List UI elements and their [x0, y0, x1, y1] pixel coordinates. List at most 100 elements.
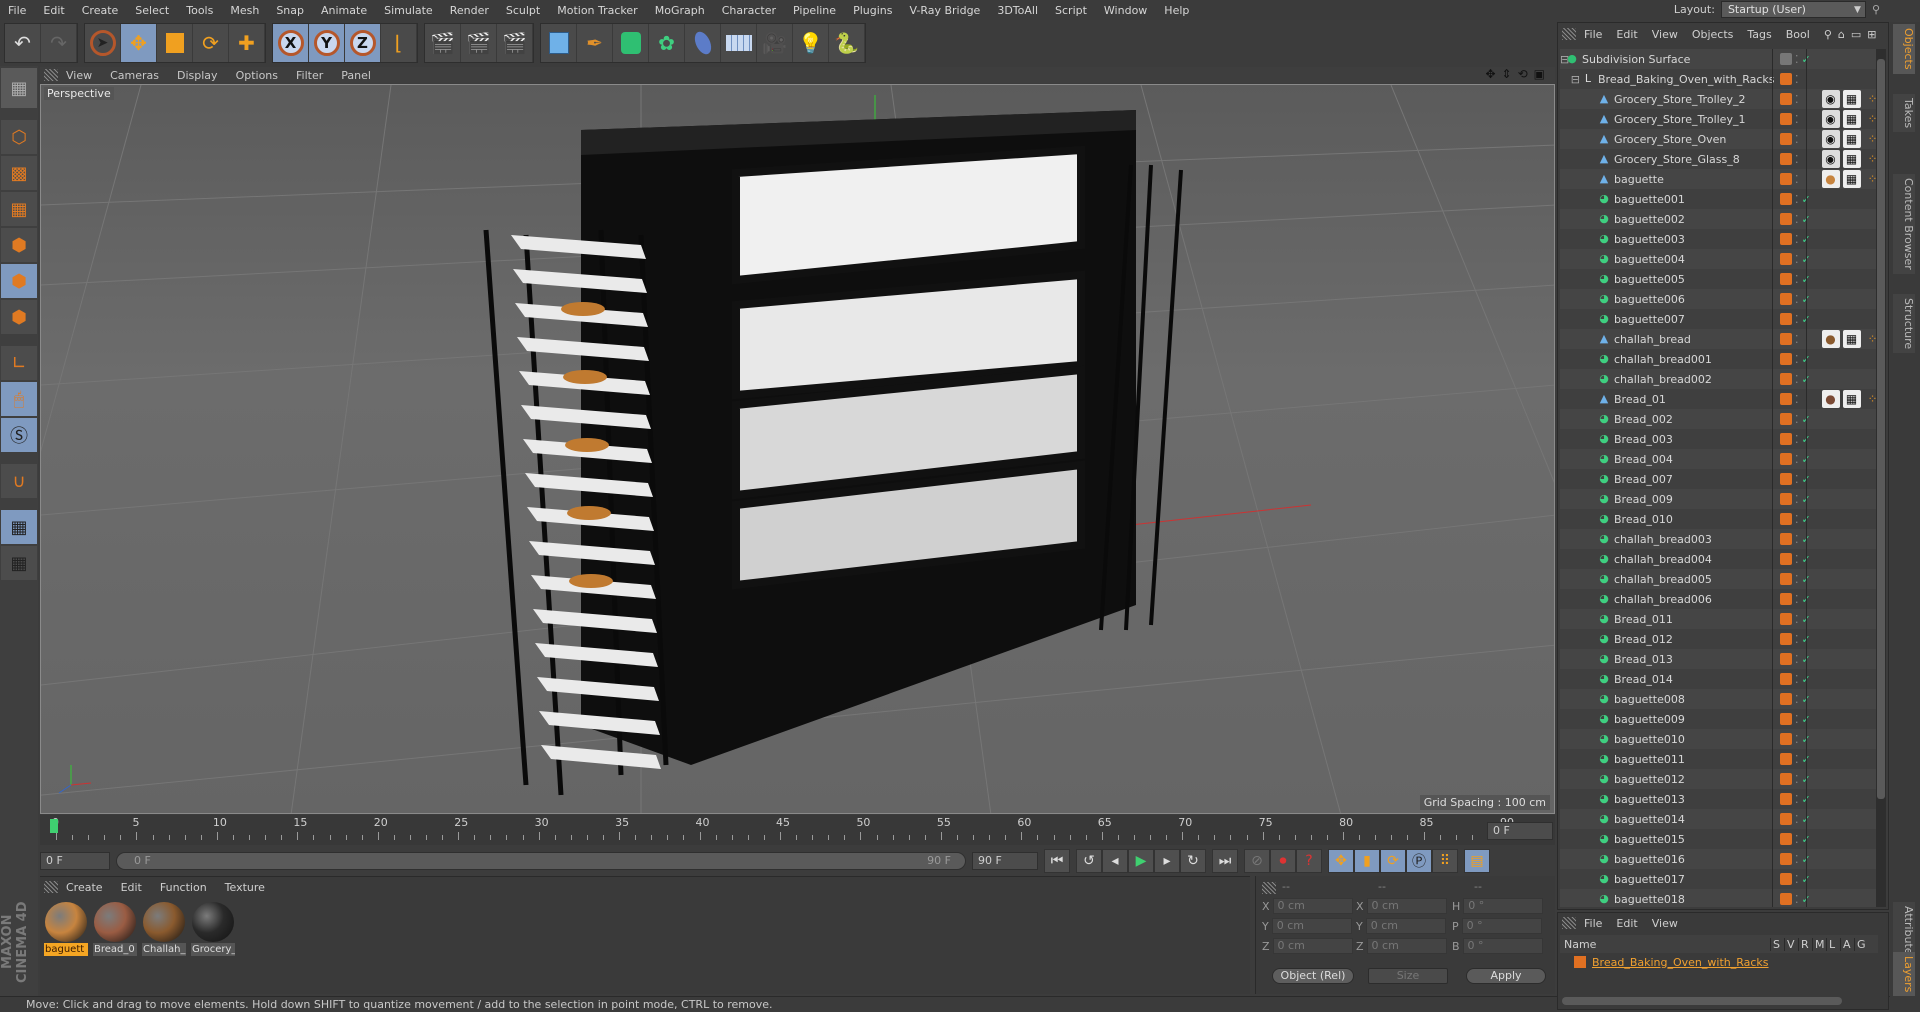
axis-mode-icon[interactable]: ∟: [1, 346, 37, 380]
object-name[interactable]: Bread_011: [1614, 613, 1673, 626]
key-scale-icon[interactable]: ▮: [1354, 849, 1380, 873]
y-axis-icon[interactable]: Y: [309, 24, 345, 62]
material-menu-texture[interactable]: Texture: [225, 881, 265, 894]
menu-character[interactable]: Character: [714, 4, 785, 17]
layer-color-icon[interactable]: [1780, 753, 1792, 765]
object-row[interactable]: ▲ Grocery_Store_Glass_8 ⁚ ◉ ▦ ⁘: [1560, 149, 1878, 169]
object-name[interactable]: baguette006: [1614, 293, 1685, 306]
object-name[interactable]: baguette017: [1614, 873, 1685, 886]
side-tab-takes[interactable]: Takes: [1893, 94, 1915, 133]
object-row[interactable]: ◕Bread_012⁚✓: [1560, 629, 1878, 649]
visibility-dots-icon[interactable]: ⁚: [1795, 573, 1799, 586]
om-menu-file[interactable]: File: [1584, 28, 1602, 41]
side-tab-structure[interactable]: Structure: [1893, 294, 1915, 354]
minimize-icon[interactable]: ▭: [1851, 28, 1861, 41]
frame-range-slider[interactable]: 0 F 90 F: [116, 852, 966, 870]
object-name[interactable]: baguette009: [1614, 713, 1685, 726]
layer-color-icon[interactable]: [1780, 573, 1792, 585]
search-icon[interactable]: ⚲: [1824, 28, 1832, 41]
layer-color-icon[interactable]: [1780, 133, 1792, 145]
object-name[interactable]: challah_bread006: [1614, 593, 1712, 606]
coord-input[interactable]: 0 °: [1463, 898, 1544, 914]
object-name[interactable]: baguette014: [1614, 813, 1685, 826]
keyframe-selection-icon[interactable]: ?: [1296, 849, 1322, 873]
object-name[interactable]: Grocery_Store_Trolley_1: [1614, 113, 1745, 126]
baguette-material-tag-icon[interactable]: ●: [1821, 170, 1840, 188]
playhead[interactable]: [50, 819, 58, 833]
menu-pipeline[interactable]: Pipeline: [785, 4, 845, 17]
object-name[interactable]: Bread_010: [1614, 513, 1673, 526]
layer-color-icon[interactable]: [1780, 233, 1792, 245]
visibility-dots-icon[interactable]: ⁚: [1795, 233, 1799, 246]
layer-menu-file[interactable]: File: [1584, 917, 1602, 930]
object-name[interactable]: Grocery_Store_Trolley_2: [1614, 93, 1745, 106]
layer-column-g[interactable]: G: [1854, 937, 1868, 951]
om-menu-view[interactable]: View: [1652, 28, 1678, 41]
layer-color-icon[interactable]: [1780, 553, 1792, 565]
object-row[interactable]: ▲ Grocery_Store_Trolley_1 ⁚ ◉ ▦ ⁘: [1560, 109, 1878, 129]
coord-input[interactable]: 0 cm: [1366, 938, 1447, 954]
visibility-dots-icon[interactable]: ⁚: [1795, 813, 1799, 826]
collapse-icon[interactable]: ⊟: [1560, 73, 1582, 86]
object-row[interactable]: ▲ Grocery_Store_Trolley_2 ⁚ ◉ ▦ ⁘: [1560, 89, 1878, 109]
object-name[interactable]: baguette010: [1614, 733, 1685, 746]
layer-column-m[interactable]: M: [1812, 937, 1826, 951]
visibility-dots-icon[interactable]: ⁚: [1795, 553, 1799, 566]
checker-tag-icon[interactable]: ▦: [1842, 330, 1861, 348]
viewport-menu-display[interactable]: Display: [177, 69, 218, 82]
side-tab-objects[interactable]: Objects: [1893, 24, 1915, 74]
visibility-dots-icon[interactable]: ⁚: [1795, 73, 1799, 86]
coordinate-mode-dropdown[interactable]: Object (Rel): [1272, 968, 1354, 984]
layer-column-s[interactable]: S: [1770, 937, 1784, 951]
visibility-dots-icon[interactable]: ⁚: [1795, 753, 1799, 766]
cube-icon[interactable]: [541, 24, 577, 62]
object-name[interactable]: Bread_002: [1614, 413, 1673, 426]
maximize-view-icon[interactable]: ▣: [1534, 67, 1545, 81]
dark-material-tag-icon[interactable]: ◉: [1821, 90, 1840, 108]
workplane-mode-icon[interactable]: ▦: [1, 192, 37, 226]
viewport-menu-view[interactable]: View: [66, 69, 92, 82]
visibility-dots-icon[interactable]: ⁚: [1795, 273, 1799, 286]
layer-color-icon[interactable]: [1780, 593, 1792, 605]
object-name[interactable]: baguette004: [1614, 253, 1685, 266]
search-icon[interactable]: ⚲: [1872, 3, 1880, 16]
visibility-dots-icon[interactable]: ⁚: [1795, 173, 1799, 186]
dark-material-tag-icon[interactable]: ◉: [1821, 150, 1840, 168]
object-row[interactable]: ◕Bread_004⁚✓: [1560, 449, 1878, 469]
layer-color-swatch[interactable]: [1574, 956, 1586, 968]
layer-color-icon[interactable]: [1780, 733, 1792, 745]
object-row[interactable]: ▲ Bread_01 ⁚ ● ▦ ⁘: [1560, 389, 1878, 409]
coord-input[interactable]: 0 cm: [1272, 898, 1353, 914]
visibility-dots-icon[interactable]: ⁚: [1795, 493, 1799, 506]
visibility-dots-icon[interactable]: ⁚: [1795, 93, 1799, 106]
menu-tools[interactable]: Tools: [178, 4, 222, 17]
om-menu-tags[interactable]: Tags: [1747, 28, 1771, 41]
object-row[interactable]: ⊟●Subdivision Surface⁚✓: [1560, 49, 1878, 69]
object-name[interactable]: baguette015: [1614, 833, 1685, 846]
visibility-dots-icon[interactable]: ⁚: [1795, 53, 1799, 66]
object-name[interactable]: Bread_012: [1614, 633, 1673, 646]
viewport-menu-cameras[interactable]: Cameras: [110, 69, 159, 82]
challah-material-tag-icon[interactable]: ●: [1821, 330, 1840, 348]
layer-color-icon[interactable]: [1780, 433, 1792, 445]
visibility-dots-icon[interactable]: ⁚: [1795, 253, 1799, 266]
solo-mode-icon[interactable]: Ⓢ: [1, 418, 37, 452]
object-name[interactable]: baguette008: [1614, 693, 1685, 706]
menu-window[interactable]: Window: [1096, 4, 1156, 17]
layer-color-icon[interactable]: [1780, 393, 1792, 405]
object-row[interactable]: ◕baguette010⁚✓: [1560, 729, 1878, 749]
menu-animate[interactable]: Animate: [313, 4, 376, 17]
menu-script[interactable]: Script: [1047, 4, 1096, 17]
layer-color-icon[interactable]: [1780, 873, 1792, 885]
object-row[interactable]: ◕baguette012⁚✓: [1560, 769, 1878, 789]
object-name[interactable]: Bread_01: [1614, 393, 1666, 406]
menu-mograph[interactable]: MoGraph: [647, 4, 714, 17]
visibility-dots-icon[interactable]: ⁚: [1795, 633, 1799, 646]
menu-create[interactable]: Create: [74, 4, 128, 17]
select-icon[interactable]: ➤: [85, 24, 121, 62]
visibility-dots-icon[interactable]: ⁚: [1795, 733, 1799, 746]
layer-color-icon[interactable]: [1780, 153, 1792, 165]
layer-color-icon[interactable]: [1780, 353, 1792, 365]
cloner-icon[interactable]: ✿: [649, 24, 685, 62]
object-row[interactable]: ◕baguette017⁚✓: [1560, 869, 1878, 889]
